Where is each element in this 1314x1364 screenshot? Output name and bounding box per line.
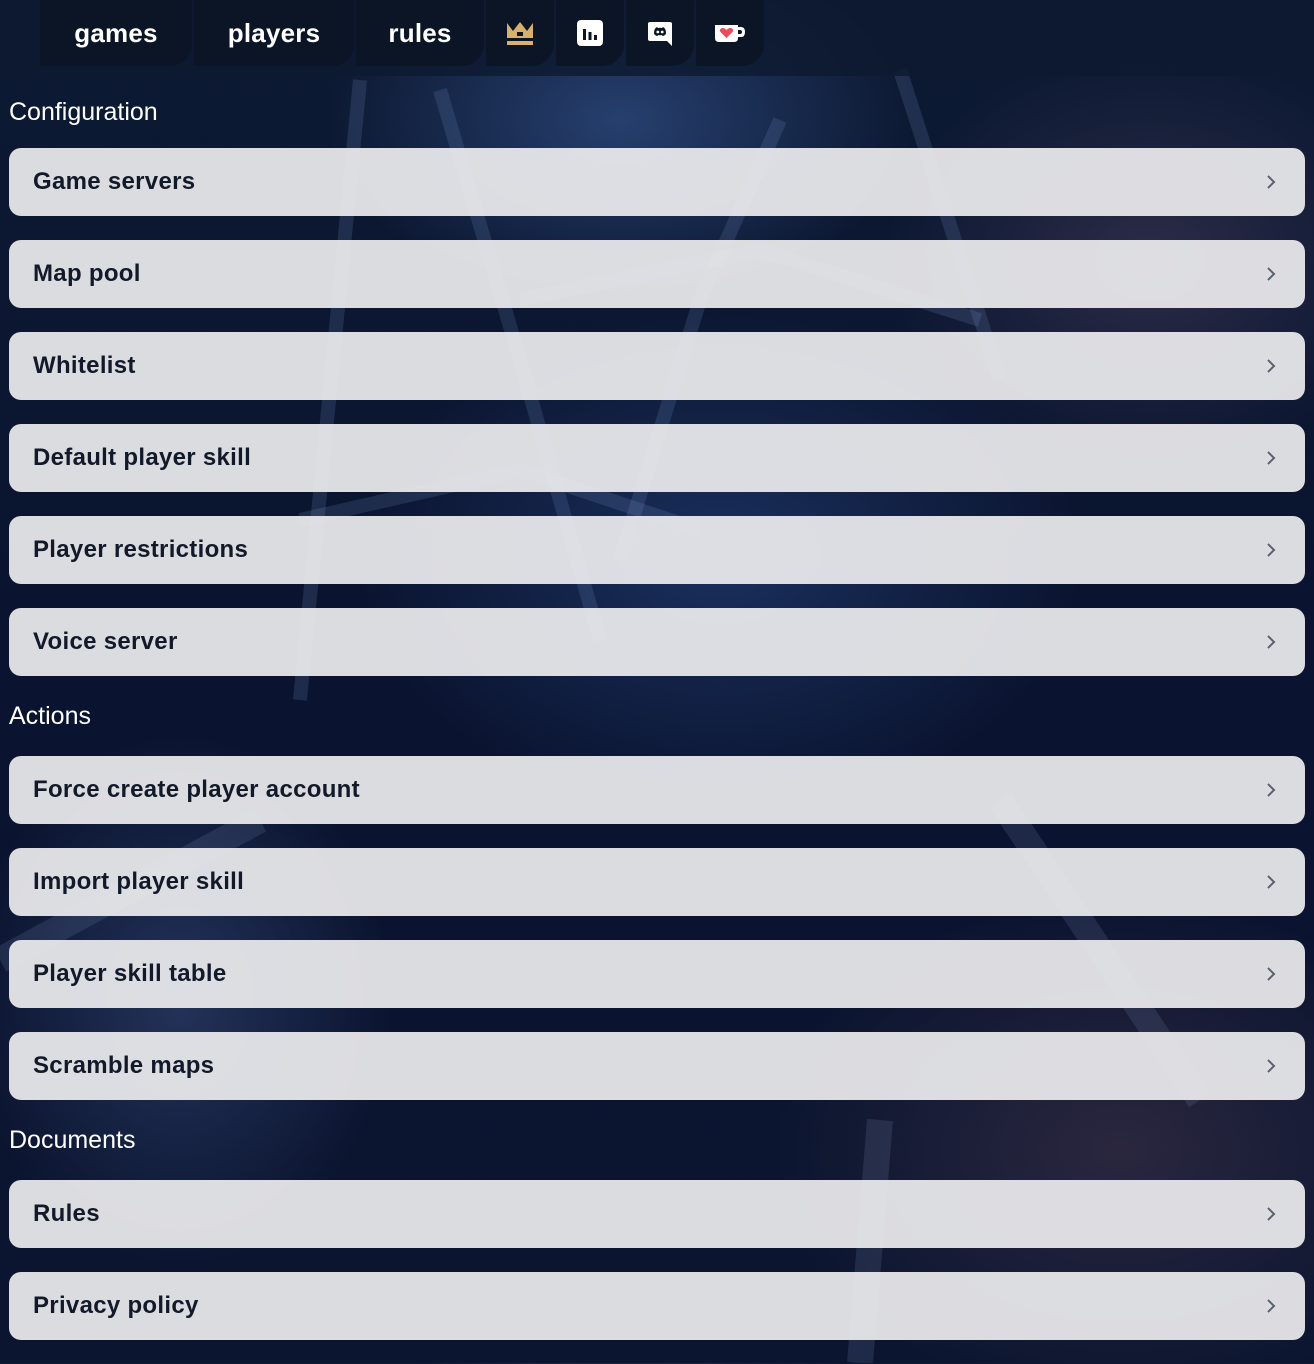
menu-item-scramble-maps[interactable]: Scramble maps (9, 1032, 1305, 1100)
menu-item-label: Player skill table (33, 960, 227, 987)
nav-rules-label: rules (388, 17, 452, 48)
section-title: Configuration (9, 97, 158, 126)
menu-item-label: Privacy policy (33, 1292, 199, 1319)
chevron-right-icon (1263, 358, 1279, 374)
menu-item-game-servers[interactable]: Game servers (9, 148, 1305, 216)
menu-item-map-pool[interactable]: Map pool (9, 240, 1305, 308)
section-title: Actions (9, 701, 91, 730)
main-nav: games players rules (40, 0, 764, 66)
nav-support-button[interactable] (696, 0, 764, 66)
section-configuration: Configuration Game servers Map pool Whit… (9, 76, 1305, 676)
menu-item-label: Game servers (33, 168, 196, 195)
menu-item-player-restrictions[interactable]: Player restrictions (9, 516, 1305, 584)
chevron-right-icon (1263, 450, 1279, 466)
section-documents: Documents Rules Privacy policy (9, 1100, 1305, 1340)
menu-item-label: Map pool (33, 260, 141, 287)
chevron-right-icon (1263, 266, 1279, 282)
menu-item-voice-server[interactable]: Voice server (9, 608, 1305, 676)
chevron-right-icon (1263, 542, 1279, 558)
nav-games-link[interactable]: games (40, 0, 192, 66)
menu-item-label: Voice server (33, 628, 178, 655)
menu-item-import-player-skill[interactable]: Import player skill (9, 848, 1305, 916)
menu-item-label: Scramble maps (33, 1052, 215, 1079)
chevron-right-icon (1263, 634, 1279, 650)
menu-item-label: Whitelist (33, 352, 136, 379)
crown-icon (507, 22, 533, 45)
chevron-right-icon (1263, 874, 1279, 890)
discord-icon (648, 22, 672, 46)
nav-games-label: games (74, 17, 158, 48)
nav-leaderboard-button[interactable] (486, 0, 554, 66)
section-title: Documents (9, 1125, 136, 1154)
top-navigation-bar: games players rules (0, 0, 1314, 76)
section-actions: Actions Force create player account Impo… (9, 676, 1305, 1100)
chevron-right-icon (1263, 1298, 1279, 1314)
menu-item-force-create-player-account[interactable]: Force create player account (9, 756, 1305, 824)
menu-item-label: Player restrictions (33, 536, 249, 563)
chevron-right-icon (1263, 1206, 1279, 1222)
menu-item-label: Rules (33, 1200, 100, 1227)
nav-discord-button[interactable] (626, 0, 694, 66)
menu-item-label: Import player skill (33, 868, 245, 895)
menu-item-label: Default player skill (33, 444, 252, 471)
menu-item-whitelist[interactable]: Whitelist (9, 332, 1305, 400)
menu-item-label: Force create player account (33, 776, 360, 803)
chevron-right-icon (1263, 1058, 1279, 1074)
menu-item-privacy-policy[interactable]: Privacy policy (9, 1272, 1305, 1340)
menu-item-default-player-skill[interactable]: Default player skill (9, 424, 1305, 492)
nav-rules-link[interactable]: rules (356, 0, 484, 66)
chevron-right-icon (1263, 782, 1279, 798)
menu-item-rules[interactable]: Rules (9, 1180, 1305, 1248)
stats-icon (577, 20, 603, 46)
kofi-cup-icon (715, 25, 745, 42)
settings-content: Configuration Game servers Map pool Whit… (9, 76, 1305, 1364)
chevron-right-icon (1263, 966, 1279, 982)
nav-stats-button[interactable] (556, 0, 624, 66)
nav-players-link[interactable]: players (194, 0, 354, 66)
menu-item-player-skill-table[interactable]: Player skill table (9, 940, 1305, 1008)
chevron-right-icon (1263, 174, 1279, 190)
nav-players-label: players (227, 17, 321, 48)
